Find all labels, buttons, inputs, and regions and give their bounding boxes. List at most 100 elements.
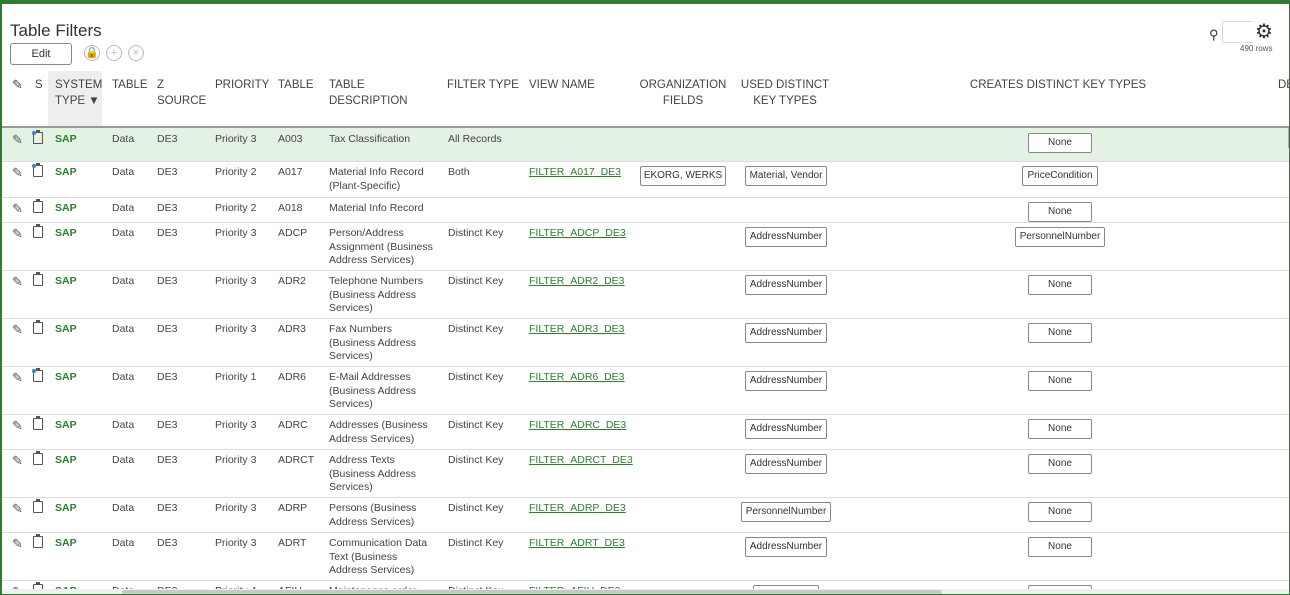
cell-filter-type: Distinct Key <box>448 419 504 431</box>
cell-z-source: DE3 <box>157 323 178 335</box>
cell-table-name: ADRCT <box>278 454 315 466</box>
clipboard-icon[interactable] <box>32 163 43 177</box>
col-de[interactable]: DE <box>1278 77 1289 93</box>
clipboard-icon[interactable] <box>32 368 43 382</box>
edit-row-icon[interactable]: ✎ <box>12 418 23 434</box>
cell-table-description: Persons (Business Address Services) <box>329 502 417 528</box>
creates-key-type-badge: None <box>1028 202 1092 222</box>
table-row[interactable]: ✎ SAP Data DE3 Priority 3 ADRP Persons (Busine… <box>2 497 1289 533</box>
creates-key-type-badge: None <box>1028 502 1092 522</box>
edit-row-icon[interactable]: ✎ <box>12 274 23 290</box>
horizontal-scrollbar-thumb[interactable] <box>122 590 942 594</box>
creates-key-type-badge: PriceCondition <box>1022 166 1098 186</box>
used-key-type-badge: AddressNumber <box>745 454 827 474</box>
cell-table-description: E-Mail Addresses (Business Address Servi… <box>329 371 416 410</box>
clipboard-icon[interactable] <box>32 130 43 144</box>
table-header: ✎ S SYSTEM TYPE ▼ TABLE Z SOURCE PRIORIT… <box>2 71 1289 127</box>
col-used-distinct-key-types[interactable]: USED DISTINCT KEY TYPES <box>729 77 841 109</box>
table-row[interactable]: ✎ SAP Data DE3 Priority 3 ADR2 Telephone Numbe… <box>2 270 1289 319</box>
clipboard-icon[interactable] <box>33 199 43 213</box>
clipboard-icon[interactable] <box>33 499 43 513</box>
cell-priority: Priority 2 <box>215 166 257 178</box>
cell-priority: Priority 3 <box>215 133 257 145</box>
cell-filter-type: All Records <box>448 133 502 145</box>
table-row[interactable]: ✎ SAP Data DE3 Priority 3 ADR3 Fax Numbers (Bu… <box>2 318 1289 367</box>
edit-row-icon[interactable]: ✎ <box>12 370 23 386</box>
clipboard-icon[interactable] <box>33 416 43 430</box>
creates-key-type-badge: None <box>1028 419 1092 439</box>
view-name-link[interactable]: FILTER_ADRP_DE3 <box>529 502 626 516</box>
cell-system-type: SAP <box>55 202 77 214</box>
clipboard-icon[interactable] <box>33 224 43 238</box>
view-name-link[interactable]: FILTER_ADR6_DE3 <box>529 371 625 385</box>
cell-system-type: SAP <box>55 419 77 431</box>
col-system-type[interactable]: SYSTEM TYPE ▼ <box>55 77 102 109</box>
cell-priority: Priority 3 <box>215 502 257 514</box>
cell-system-type: SAP <box>55 133 77 145</box>
table-row[interactable]: ✎ SAP Data DE3 Priority 3 ADRCT Address Texts … <box>2 449 1289 498</box>
col-creates-distinct-key-types[interactable]: CREATES DISTINCT KEY TYPES <box>902 77 1214 93</box>
view-name-link[interactable]: FILTER_ADRT_DE3 <box>529 537 625 551</box>
table-row[interactable]: ✎ SAP Data DE3 Priority 3 ADCP Person/Address … <box>2 222 1289 271</box>
cell-system-type: SAP <box>55 166 77 178</box>
col-table[interactable]: TABLE <box>112 77 148 93</box>
table-row[interactable]: ✎ SAP Data DE3 Priority 3 ADRC Addresses (Busi… <box>2 414 1289 450</box>
col-organization-fields[interactable]: ORGANIZATION FIELDS <box>638 77 728 109</box>
col-priority[interactable]: PRIORITY <box>215 77 269 93</box>
top-border <box>2 1 1289 4</box>
view-name-link[interactable]: FILTER_A017_DE3 <box>529 166 621 180</box>
cell-priority: Priority 3 <box>215 537 257 549</box>
edit-button[interactable]: Edit <box>10 43 72 65</box>
search-input[interactable] <box>1222 21 1253 43</box>
view-name-link[interactable]: FILTER_ADR3_DE3 <box>529 323 625 337</box>
table-row[interactable]: ✎ SAP Data DE3 Priority 3 ADRT Communication D… <box>2 532 1289 581</box>
clipboard-icon[interactable] <box>33 272 43 286</box>
cell-table: Data <box>112 275 135 287</box>
cell-filter-type: Distinct Key <box>448 323 504 335</box>
cell-z-source: DE3 <box>157 133 178 145</box>
table-row[interactable]: ✎ SAP Data DE3 Priority 1 ADR6 E-Mail Addresse… <box>2 366 1289 415</box>
edit-row-icon[interactable]: ✎ <box>12 226 23 242</box>
cell-priority: Priority 3 <box>215 454 257 466</box>
edit-row-icon[interactable]: ✎ <box>12 536 23 552</box>
add-icon[interactable]: + <box>106 45 122 61</box>
clipboard-icon[interactable] <box>33 320 43 334</box>
col-s[interactable]: S <box>35 77 43 93</box>
cell-table-description: Address Texts (Business Address Services… <box>329 454 416 493</box>
col-view-name[interactable]: VIEW NAME <box>529 77 595 93</box>
lock-icon[interactable]: 🔒 <box>84 45 100 61</box>
cell-system-type: SAP <box>55 227 77 239</box>
cell-z-source: DE3 <box>157 227 178 239</box>
table-row[interactable]: ✎ SAP Data DE3 Priority 2 A017 Material Info R… <box>2 161 1289 198</box>
cell-table-name: ADCP <box>278 227 308 239</box>
view-name-link[interactable]: FILTER_ADRC_DE3 <box>529 419 626 433</box>
view-name-link[interactable]: FILTER_ADR2_DE3 <box>529 275 625 289</box>
col-filter-type[interactable]: FILTER TYPE <box>447 77 519 93</box>
edit-row-icon[interactable]: ✎ <box>12 453 23 469</box>
table-row[interactable]: ✎ SAP Data DE3 Priority 3 A003 Tax Classificat… <box>2 128 1289 162</box>
cell-table-description: Fax Numbers (Business Address Services) <box>329 323 416 362</box>
clipboard-icon[interactable] <box>33 534 43 548</box>
cell-table-description: Material Info Record (Plant-Specific) <box>329 166 424 192</box>
view-name-link[interactable]: FILTER_ADCP_DE3 <box>529 227 626 241</box>
edit-row-icon[interactable]: ✎ <box>12 322 23 338</box>
used-key-type-badge: AddressNumber <box>745 419 827 439</box>
edit-row-icon[interactable]: ✎ <box>12 165 23 181</box>
used-key-type-badge: Material, Vendor <box>745 166 827 186</box>
col-table-2[interactable]: TABLE <box>278 77 314 93</box>
cell-table: Data <box>112 502 135 514</box>
clipboard-icon[interactable] <box>33 451 43 465</box>
view-name-link[interactable]: FILTER_ADRCT_DE3 <box>529 454 633 468</box>
gear-icon[interactable]: ⚙ <box>1255 19 1273 44</box>
table-row[interactable]: ✎ SAP Data DE3 Priority 2 A018 Material Info R… <box>2 197 1289 223</box>
col-z-source[interactable]: Z SOURCE <box>157 77 207 109</box>
page-title: Table Filters <box>10 21 102 40</box>
edit-row-icon[interactable]: ✎ <box>12 132 23 148</box>
delete-icon[interactable]: × <box>128 45 144 61</box>
cell-priority: Priority 3 <box>215 275 257 287</box>
search-icon[interactable]: ⚲ <box>1209 27 1219 43</box>
used-key-type-badge: AddressNumber <box>745 537 827 557</box>
edit-row-icon[interactable]: ✎ <box>12 201 23 217</box>
edit-row-icon[interactable]: ✎ <box>12 501 23 517</box>
col-table-description[interactable]: TABLE DESCRIPTION <box>329 77 429 109</box>
